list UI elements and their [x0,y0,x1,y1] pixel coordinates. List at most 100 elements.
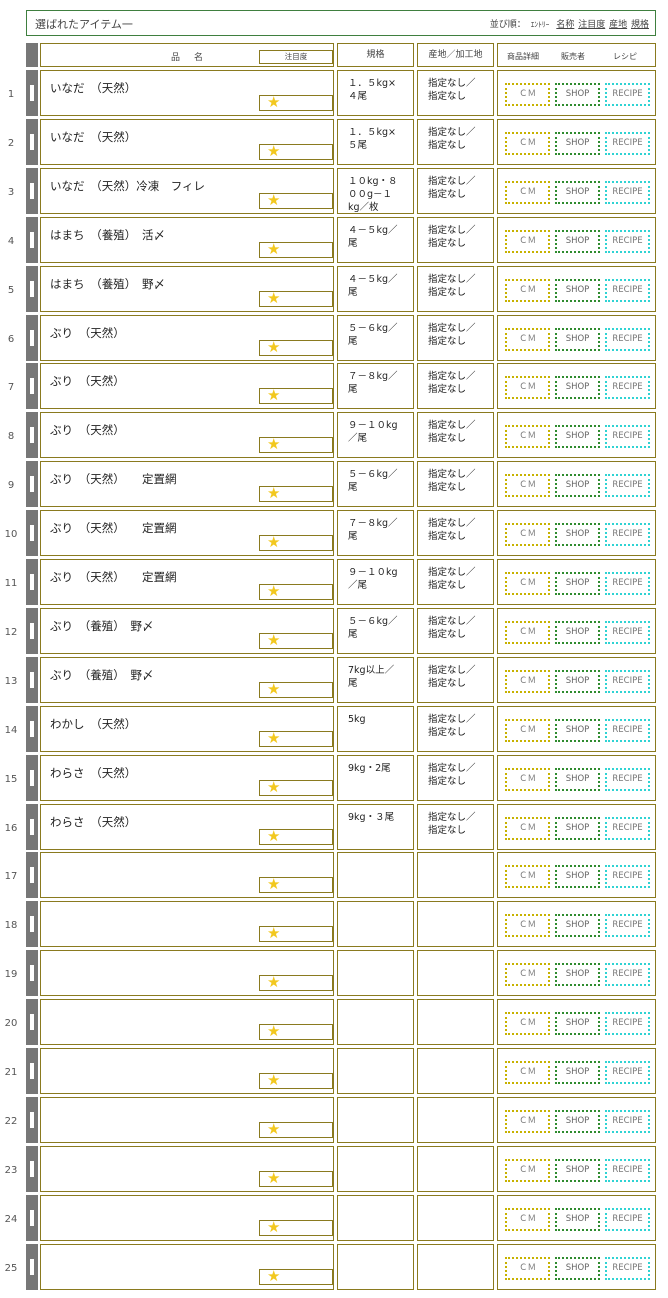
recipe-button[interactable]: RECIPE [605,180,650,204]
cm-button[interactable]: ＣＭ [505,278,550,302]
cm-button[interactable]: ＣＭ [505,718,550,742]
recipe-button[interactable]: RECIPE [605,1012,650,1036]
cm-button[interactable]: ＣＭ [505,180,550,204]
star-icon[interactable]: ★ [267,290,280,306]
star-icon[interactable]: ★ [267,1023,280,1039]
star-icon[interactable]: ★ [267,925,280,941]
star-icon[interactable]: ★ [267,974,280,990]
row-handle[interactable] [26,705,38,752]
cm-button[interactable]: ＣＭ [505,1012,550,1036]
item-name[interactable]: はまち （養殖） 野〆 [50,276,165,292]
item-name[interactable]: いなだ （天然）冷凍 フィレ [50,178,205,194]
shop-button[interactable]: SHOP [555,425,600,449]
recipe-button[interactable]: RECIPE [605,572,650,595]
recipe-button[interactable]: RECIPE [605,327,650,351]
attention-rating[interactable]: ★ [259,828,333,845]
recipe-button[interactable]: RECIPE [605,1061,650,1084]
star-icon[interactable]: ★ [267,876,280,892]
shop-button[interactable]: SHOP [555,914,600,938]
attention-rating[interactable]: ★ [259,681,333,698]
attention-rating[interactable]: ★ [259,1268,333,1285]
row-handle[interactable] [26,314,38,361]
shop-button[interactable]: SHOP [555,474,600,498]
recipe-button[interactable]: RECIPE [605,474,650,498]
row-handle[interactable] [26,1145,38,1192]
recipe-button[interactable]: RECIPE [605,278,650,302]
attention-rating[interactable]: ★ [259,1023,333,1041]
cm-button[interactable]: ＣＭ [505,914,550,938]
cm-button[interactable]: ＣＭ [505,327,550,351]
attention-rating[interactable]: ★ [259,387,333,405]
item-name[interactable]: ぶり （天然） [50,422,125,438]
shop-button[interactable]: SHOP [555,669,600,693]
shop-button[interactable]: SHOP [555,963,600,987]
shop-button[interactable]: SHOP [555,620,600,644]
cm-button[interactable]: ＣＭ [505,83,550,106]
star-icon[interactable]: ★ [267,436,280,452]
attention-rating[interactable]: ★ [259,925,333,943]
cm-button[interactable]: ＣＭ [505,131,550,155]
sort-by-attention-link[interactable]: 注目度 [578,20,605,30]
recipe-button[interactable]: RECIPE [605,767,650,791]
row-handle[interactable] [26,510,38,557]
row-handle[interactable] [26,1096,38,1143]
recipe-button[interactable]: RECIPE [605,376,650,400]
recipe-button[interactable]: RECIPE [605,83,650,106]
item-name[interactable]: いなだ （天然） [50,80,136,96]
attention-rating[interactable]: ★ [259,1170,333,1187]
recipe-button[interactable]: RECIPE [605,816,650,840]
recipe-button[interactable]: RECIPE [605,229,650,253]
star-icon[interactable]: ★ [267,534,280,550]
cm-button[interactable]: ＣＭ [505,1207,550,1231]
attention-rating[interactable]: ★ [259,339,333,356]
star-icon[interactable]: ★ [267,1072,280,1088]
attention-rating[interactable]: ★ [259,241,333,258]
item-name[interactable]: ぶり （天然） 定置網 [50,520,177,536]
row-handle[interactable] [26,167,38,214]
attention-rating[interactable]: ★ [259,779,333,796]
row-handle[interactable] [26,1048,38,1094]
shop-button[interactable]: SHOP [555,1012,600,1036]
attention-rating[interactable]: ★ [259,730,333,747]
row-handle[interactable] [26,412,38,459]
shop-button[interactable]: SHOP [555,180,600,204]
shop-button[interactable]: SHOP [555,572,600,595]
cm-button[interactable]: ＣＭ [505,816,550,840]
star-icon[interactable]: ★ [267,583,280,599]
row-handle[interactable] [26,265,38,312]
cm-button[interactable]: ＣＭ [505,865,550,889]
shop-button[interactable]: SHOP [555,1061,600,1084]
cm-button[interactable]: ＣＭ [505,474,550,498]
attention-rating[interactable]: ★ [259,583,333,600]
star-icon[interactable]: ★ [267,730,280,746]
attention-rating[interactable]: ★ [259,143,333,160]
item-name[interactable]: ぶり （天然） 定置網 [50,569,177,585]
cm-button[interactable]: ＣＭ [505,1109,550,1133]
star-icon[interactable]: ★ [267,192,280,208]
recipe-button[interactable]: RECIPE [605,523,650,547]
item-name[interactable]: ぶり （養殖） 野〆 [50,618,154,634]
row-handle[interactable] [26,754,38,801]
attention-rating[interactable]: ★ [259,1121,333,1138]
row-handle[interactable] [26,1243,38,1290]
shop-button[interactable]: SHOP [555,83,600,106]
row-handle[interactable] [26,118,38,165]
attention-rating[interactable]: ★ [259,1072,333,1089]
attention-rating[interactable]: ★ [259,632,333,649]
cm-button[interactable]: ＣＭ [505,620,550,644]
cm-button[interactable]: ＣＭ [505,229,550,253]
attention-rating[interactable]: ★ [259,1219,333,1236]
recipe-button[interactable]: RECIPE [605,620,650,644]
attention-rating[interactable]: ★ [259,94,333,111]
cm-button[interactable]: ＣＭ [505,669,550,693]
sort-by-name-link[interactable]: 名称 [556,20,574,30]
recipe-button[interactable]: RECIPE [605,1158,650,1182]
recipe-button[interactable]: RECIPE [605,425,650,449]
cm-button[interactable]: ＣＭ [505,523,550,547]
item-name[interactable]: いなだ （天然） [50,129,136,145]
star-icon[interactable]: ★ [267,1121,280,1137]
sort-by-origin-link[interactable]: 産地 [609,20,627,30]
item-name[interactable]: ぶり （天然） [50,373,125,389]
shop-button[interactable]: SHOP [555,278,600,302]
item-name[interactable]: ぶり （天然） 定置網 [50,471,177,487]
